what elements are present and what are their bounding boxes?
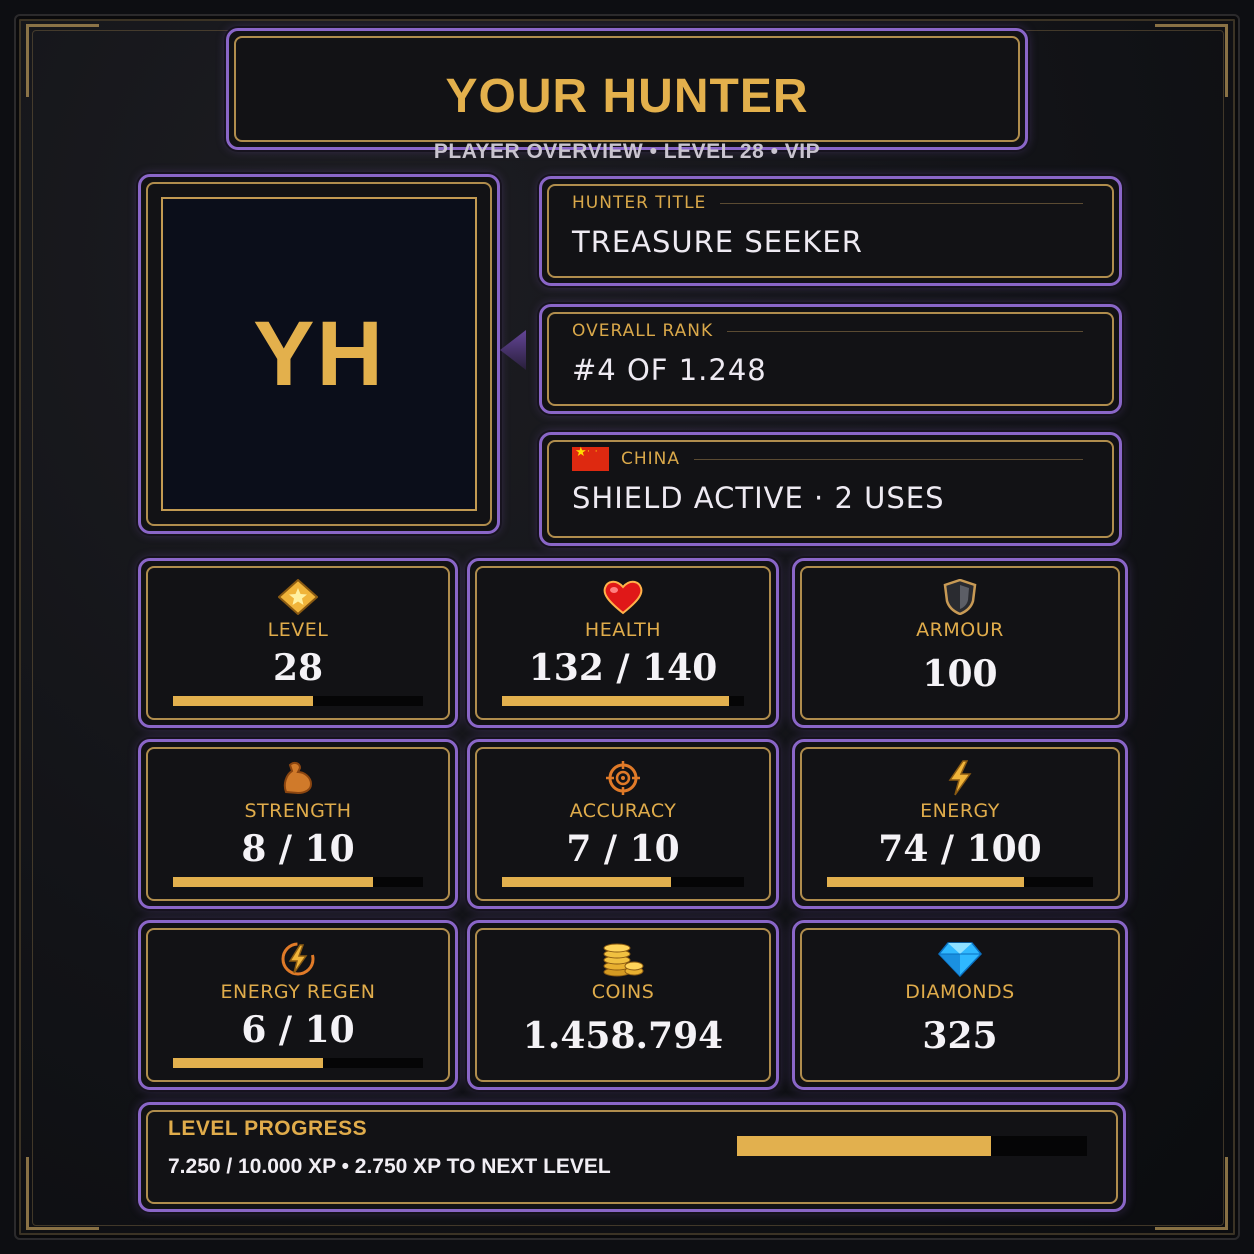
stat-value: 7 / 10	[566, 828, 680, 870]
overall-rank-box: OVERALL RANK #4 OF 1.248	[539, 304, 1122, 414]
stat-value: 6 / 10	[241, 1009, 355, 1051]
header-panel: YOUR HUNTER PLAYER OVERVIEW • LEVEL 28 •…	[226, 28, 1028, 162]
diamond-icon	[795, 941, 1125, 977]
china-flag-icon	[572, 446, 609, 471]
stat-bar	[502, 696, 744, 706]
stat-bar	[173, 1058, 423, 1068]
page-subtitle: PLAYER OVERVIEW • LEVEL 28 • VIP	[433, 140, 821, 163]
stat-bar-fill	[502, 877, 672, 887]
stat-label: STRENGTH	[244, 800, 352, 822]
hunter-title-label: HUNTER TITLE	[572, 193, 707, 213]
stat-bar	[173, 696, 423, 706]
stat-card-strength[interactable]: STRENGTH 8 / 10	[138, 739, 458, 909]
stat-card-coins[interactable]: COINS 1.458.794	[467, 920, 779, 1090]
country-label: CHINA	[621, 449, 681, 469]
shield-icon	[795, 579, 1125, 615]
stat-bar-fill	[173, 1058, 323, 1068]
frame-corner-ornament	[26, 24, 99, 97]
stat-label: COINS	[591, 981, 655, 1003]
stat-label: ACCURACY	[569, 800, 677, 822]
stat-value: 100	[922, 653, 998, 695]
stat-label: ENERGY	[920, 800, 1000, 822]
energy-regen-icon	[141, 941, 455, 977]
stat-value: 74 / 100	[878, 828, 1042, 870]
shield-status-value: SHIELD ACTIVE · 2 USES	[572, 481, 945, 515]
overall-rank-value: #4 OF 1.248	[572, 353, 767, 387]
crosshair-icon	[470, 760, 776, 796]
stat-bar	[502, 877, 744, 887]
divider	[694, 458, 1083, 460]
stat-label: ARMOUR	[916, 619, 1004, 641]
stat-card-energy-regen[interactable]: ENERGY REGEN 6 / 10	[138, 920, 458, 1090]
stat-bar-fill	[173, 696, 313, 706]
level-progress-fill	[737, 1136, 991, 1156]
stat-card-armour[interactable]: ARMOUR 100	[792, 558, 1128, 728]
star-icon	[141, 579, 455, 615]
stat-value: 132 / 140	[528, 647, 718, 689]
heart-icon	[470, 579, 776, 615]
frame-corner-ornament	[1155, 1157, 1228, 1230]
avatar: YH	[161, 197, 477, 511]
stat-bar	[827, 877, 1093, 887]
stat-card-energy[interactable]: ENERGY 74 / 100	[792, 739, 1128, 909]
divider	[727, 330, 1083, 332]
coins-icon	[470, 941, 776, 977]
stat-value: 8 / 10	[241, 828, 355, 870]
overall-rank-label: OVERALL RANK	[572, 321, 714, 341]
stat-card-health[interactable]: HEALTH 132 / 140	[467, 558, 779, 728]
level-progress-bar	[737, 1136, 1087, 1156]
level-progress-text: 7.250 / 10.000 XP • 2.750 XP TO NEXT LEV…	[168, 1155, 611, 1178]
stat-bar-fill	[502, 696, 730, 706]
country-shield-box: CHINA SHIELD ACTIVE · 2 USES	[539, 432, 1122, 546]
stat-bar-fill	[173, 877, 373, 887]
avatar-panel[interactable]: YH	[138, 174, 500, 534]
hunter-title-value: TREASURE SEEKER	[572, 225, 863, 259]
avatar-initials: YH	[253, 302, 385, 405]
stat-bar-fill	[827, 877, 1024, 887]
stat-label: HEALTH	[584, 619, 662, 641]
page-title: YOUR HUNTER	[445, 70, 809, 123]
stat-label: LEVEL	[267, 619, 329, 641]
stat-value: 28	[272, 647, 324, 689]
flex-arm-icon	[141, 760, 455, 796]
stat-bar	[173, 877, 423, 887]
frame-corner-ornament	[1155, 24, 1228, 97]
level-progress-label: LEVEL PROGRESS	[168, 1117, 368, 1140]
stat-card-diamonds[interactable]: DIAMONDS 325	[792, 920, 1128, 1090]
divider	[720, 202, 1083, 204]
stat-label: DIAMONDS	[905, 981, 1015, 1003]
stat-value: 325	[922, 1015, 998, 1057]
lightning-icon	[795, 760, 1125, 796]
stat-value: 1.458.794	[522, 1015, 724, 1057]
stat-label: ENERGY REGEN	[220, 981, 376, 1003]
frame-corner-ornament	[26, 1157, 99, 1230]
stat-card-level[interactable]: LEVEL 28	[138, 558, 458, 728]
hunter-title-box: HUNTER TITLE TREASURE SEEKER	[539, 176, 1122, 286]
stat-card-accuracy[interactable]: ACCURACY 7 / 10	[467, 739, 779, 909]
level-progress-panel: LEVEL PROGRESS 7.250 / 10.000 XP • 2.750…	[138, 1102, 1126, 1212]
